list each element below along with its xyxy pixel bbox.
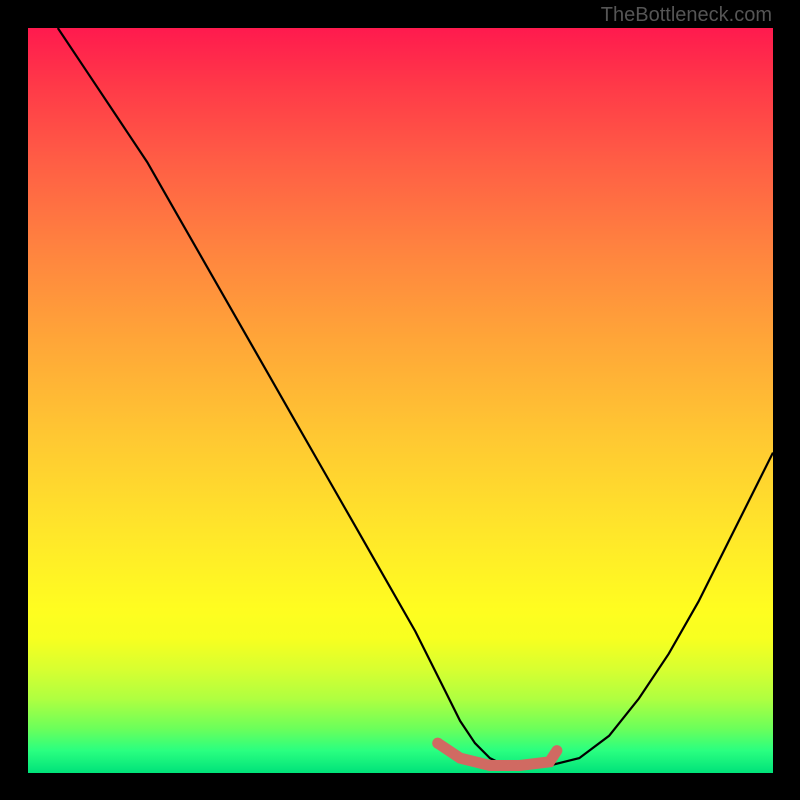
bottleneck-curve — [58, 28, 773, 766]
curve-svg — [28, 28, 773, 773]
attribution-text: TheBottleneck.com — [601, 4, 772, 27]
optimal-zone-marker — [438, 743, 557, 765]
plot-area — [28, 28, 773, 773]
chart-container: TheBottleneck.com — [0, 0, 800, 800]
optimal-zone-dot — [432, 738, 443, 749]
